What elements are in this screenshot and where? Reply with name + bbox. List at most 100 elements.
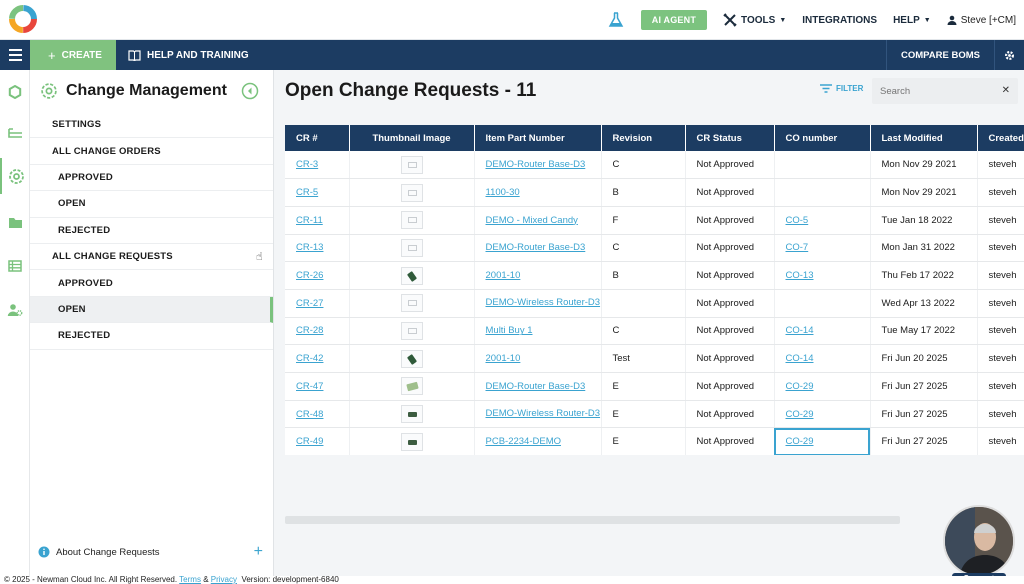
thumbnail-image[interactable]	[400, 432, 423, 451]
cr-number-link[interactable]: CR-5	[296, 187, 318, 198]
table-row[interactable]: CR-27 DEMO-Wireless Router-D3 Not Approved…	[285, 289, 1024, 318]
horizontal-scrollbar[interactable]	[285, 516, 900, 524]
panel-item-open[interactable]: OPEN	[30, 191, 273, 218]
table-row[interactable]: CR-26 2001-10 B Not Approved CO-13 Thu Feb 17…	[285, 261, 1024, 290]
filter-button[interactable]: FILTER	[820, 84, 863, 93]
close-icon[interactable]: ✕	[1002, 85, 1010, 96]
table-row[interactable]: CR-11 DEMO - Mixed Candy F Not Approved CO-5…	[285, 206, 1024, 235]
column-header[interactable]: CR #	[285, 125, 350, 151]
thumbnail-cell	[349, 372, 475, 401]
search-input[interactable]	[880, 85, 990, 97]
item-part-number-link[interactable]: DEMO-Wireless Router-D3	[486, 297, 601, 309]
co-number-link[interactable]: CO-29	[786, 436, 814, 447]
list-tree-icon[interactable]	[0, 116, 30, 152]
integrations-link[interactable]: INTEGRATIONS	[802, 15, 877, 26]
table-row[interactable]: CR-47 DEMO-Router Base-D3 E Not Approved CO-…	[285, 372, 1024, 401]
panel-item-approved[interactable]: APPROVED	[30, 165, 273, 192]
item-part-number-link[interactable]: 2001-10	[486, 353, 521, 364]
table-row[interactable]: CR-3 DEMO-Router Base-D3 C Not Approved Mon …	[285, 151, 1024, 180]
compare-boms-button[interactable]: COMPARE BOMS	[886, 40, 994, 70]
column-header[interactable]: Revision	[601, 125, 686, 151]
panel-item-open[interactable]: OPEN	[30, 296, 273, 324]
cr-number-link[interactable]: CR-47	[296, 381, 323, 392]
ai-agent-button[interactable]: AI AGENT	[640, 10, 708, 30]
co-number-link[interactable]: CO-29	[786, 381, 814, 392]
add-icon[interactable]: +	[254, 543, 263, 561]
collapse-panel-icon[interactable]	[241, 82, 259, 100]
user-settings-icon[interactable]	[0, 292, 30, 328]
item-part-number-link[interactable]: DEMO - Mixed Candy	[486, 215, 578, 226]
item-part-number-link[interactable]: DEMO-Wireless Router-D3	[486, 408, 601, 420]
table-row[interactable]: CR-48 DEMO-Wireless Router-D3 E Not Approve…	[285, 400, 1024, 429]
item-part-number-link[interactable]: 1100-30	[486, 187, 520, 198]
app-logo[interactable]	[8, 4, 38, 34]
create-button[interactable]: + CREATE	[30, 40, 116, 70]
book-icon	[128, 49, 141, 61]
co-number-link[interactable]: CO-5	[786, 215, 809, 226]
thumbnail-image[interactable]	[400, 349, 423, 368]
table-row[interactable]: CR-28 Multi Buy 1 C Not Approved CO-14 Tue Ma…	[285, 317, 1024, 346]
cr-number-cell: CR-13	[285, 234, 350, 263]
privacy-link[interactable]: Privacy	[211, 575, 237, 584]
menu-icon[interactable]	[0, 40, 30, 70]
co-number-link[interactable]: CO-29	[786, 409, 814, 420]
image-placeholder-icon[interactable]	[400, 183, 423, 202]
image-placeholder-icon[interactable]	[400, 155, 423, 174]
column-header[interactable]: Item Part Number	[474, 125, 602, 151]
column-header[interactable]: Thumbnail Image	[349, 125, 475, 151]
table-row[interactable]: CR-13 DEMO-Router Base-D3 C Not Approved CO-…	[285, 234, 1024, 263]
settings-button[interactable]	[994, 40, 1024, 70]
terms-link[interactable]: Terms	[179, 575, 201, 584]
panel-item-all-change-requests[interactable]: ALL CHANGE REQUESTS	[30, 244, 273, 271]
co-number-link[interactable]: CO-14	[786, 353, 814, 364]
column-header[interactable]: CR Status	[685, 125, 775, 151]
column-header[interactable]: Created	[977, 125, 1024, 151]
help-and-training-link[interactable]: HELP AND TRAINING	[128, 50, 249, 61]
table-row[interactable]: CR-42 2001-10 Test Not Approved CO-14 Fri Jun…	[285, 344, 1024, 373]
panel-item-settings[interactable]: SETTINGS	[30, 112, 273, 139]
cr-number-link[interactable]: CR-13	[296, 242, 323, 253]
tools-menu[interactable]: TOOLS ▼	[723, 13, 786, 27]
column-header[interactable]: Last Modified	[870, 125, 978, 151]
image-placeholder-icon[interactable]	[400, 211, 423, 230]
folder-icon[interactable]	[0, 204, 30, 240]
cr-number-link[interactable]: CR-26	[296, 270, 323, 281]
column-header[interactable]: CO number	[774, 125, 871, 151]
cr-number-link[interactable]: CR-27	[296, 298, 323, 309]
thumbnail-image[interactable]	[400, 266, 423, 285]
co-number-link[interactable]: CO-14	[786, 325, 814, 336]
item-part-number-link[interactable]: DEMO-Router Base-D3	[486, 159, 586, 170]
co-number-link[interactable]: CO-7	[786, 242, 809, 253]
item-part-number-link[interactable]: DEMO-Router Base-D3	[486, 381, 586, 392]
item-part-number-link[interactable]: 2001-10	[486, 270, 521, 281]
item-part-number-link[interactable]: DEMO-Router Base-D3	[486, 242, 586, 253]
item-part-number-link[interactable]: Multi Buy 1	[486, 325, 533, 336]
about-change-requests[interactable]: About Change Requests +	[30, 542, 273, 562]
image-placeholder-icon[interactable]	[400, 294, 423, 313]
thumbnail-image[interactable]	[400, 377, 423, 396]
table-icon[interactable]	[0, 248, 30, 284]
hexagon-icon[interactable]	[0, 74, 30, 110]
table-row[interactable]: CR-49 PCB-2234-DEMO E Not Approved CO-29 Fri …	[285, 427, 1024, 455]
cr-number-link[interactable]: CR-49	[296, 436, 323, 447]
item-part-number-link[interactable]: PCB-2234-DEMO	[486, 436, 562, 447]
co-number-link[interactable]: CO-13	[786, 270, 814, 281]
image-placeholder-icon[interactable]	[400, 321, 423, 340]
user-menu[interactable]: Steve [+CM]	[947, 15, 1016, 26]
flask-icon[interactable]	[607, 11, 625, 29]
panel-item-rejected[interactable]: REJECTED	[30, 218, 273, 244]
change-management-icon[interactable]	[0, 158, 30, 194]
panel-item-all-change-orders[interactable]: ALL CHANGE ORDERS	[30, 138, 273, 165]
action-bar: + CREATE HELP AND TRAINING COMPARE BOMS	[0, 40, 1024, 70]
table-row[interactable]: CR-5 1100-30 B Not Approved Mon Nov 29 2021 s…	[285, 178, 1024, 207]
cr-number-link[interactable]: CR-11	[296, 215, 323, 226]
help-menu[interactable]: HELP ▼	[893, 15, 931, 26]
panel-item-rejected[interactable]: REJECTED	[30, 323, 273, 350]
cr-number-link[interactable]: CR-3	[296, 159, 318, 170]
cr-number-link[interactable]: CR-42	[296, 353, 323, 364]
image-placeholder-icon[interactable]	[400, 238, 423, 257]
cr-number-link[interactable]: CR-28	[296, 325, 323, 336]
cr-number-link[interactable]: CR-48	[296, 409, 323, 420]
thumbnail-image[interactable]	[400, 405, 423, 424]
panel-item-approved[interactable]: APPROVED	[30, 270, 273, 297]
